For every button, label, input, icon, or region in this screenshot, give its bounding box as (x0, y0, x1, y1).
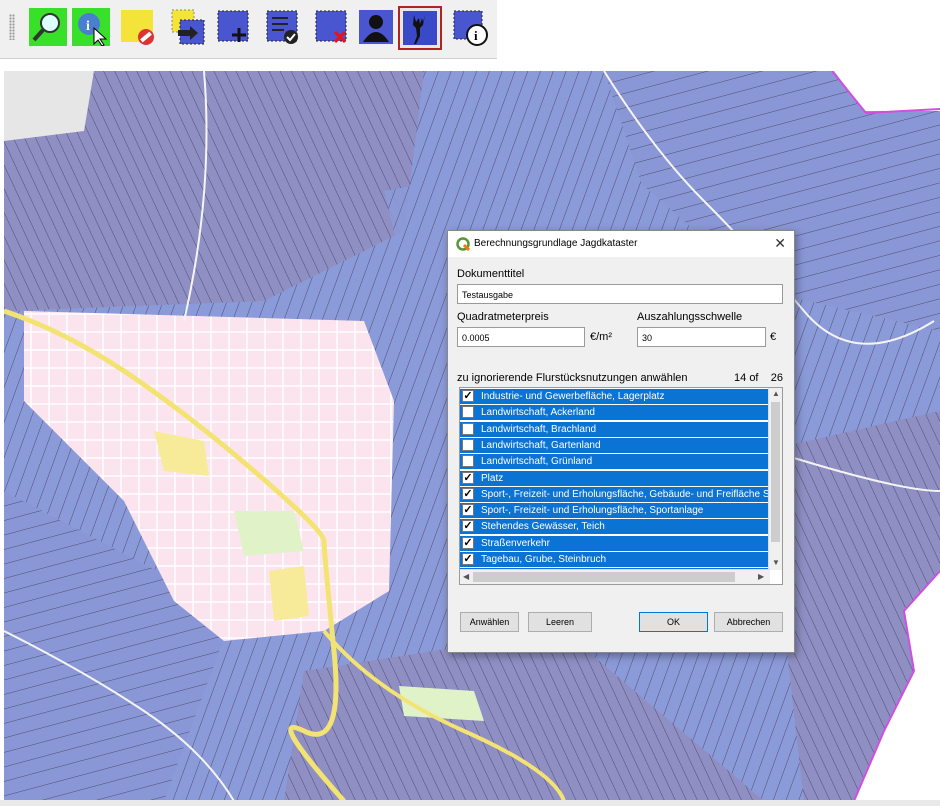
count-total: 26 (770, 372, 783, 384)
item-checkbox[interactable]: ✓ (462, 390, 474, 402)
list-item[interactable]: ✓ Industrie- und Gewerbefläche, Lagerplat… (460, 389, 770, 404)
jagdkataster-dialog: Berechnungsgrundlage Jagdkataster ✕ Doku… (447, 230, 795, 653)
list-item-label: Landwirtschaft, Grünland (481, 456, 593, 468)
price-input[interactable]: 0.0005 (457, 327, 585, 347)
item-checkbox[interactable]: ✓ (462, 471, 474, 484)
list-item-label: Tagebau, Grube, Steinbruch (481, 554, 607, 565)
list-item[interactable]: ✓ Stehendes Gewässer, Teich (460, 519, 770, 535)
deselect-icon[interactable] (117, 6, 159, 48)
ok-button[interactable]: OK (639, 612, 708, 632)
scroll-up-icon[interactable]: ▲ (772, 389, 780, 398)
dialog-title: Berechnungsgrundlage Jagdkataster (474, 238, 638, 249)
hunting-deer-icon[interactable] (398, 6, 442, 50)
zoom-magnifier-icon[interactable] (27, 6, 69, 48)
list-item[interactable]: Landwirtschaft, Grünland (460, 454, 770, 470)
threshold-input[interactable]: 30 (637, 327, 766, 347)
list-item[interactable]: Landwirtschaft, Gartenland (460, 437, 770, 453)
list-item[interactable]: Landwirtschaft, Ackerland (460, 405, 770, 421)
qgis-logo-icon (456, 237, 470, 251)
item-checkbox[interactable]: ✓ (462, 553, 474, 565)
toolbar-grip[interactable] (9, 14, 15, 40)
ignore-list-label: zu ignorierende Flurstücksnutzungen anwä… (457, 372, 688, 384)
list-item[interactable]: ✓ Sport-, Freizeit- und Erholungsfläche, … (460, 503, 770, 519)
list-item-label: Sport-, Freizeit- und Erholungsfläche, S… (481, 505, 704, 517)
hscroll-thumb[interactable] (473, 572, 735, 582)
list-item-label: Landwirtschaft, Brachland (481, 423, 597, 435)
price-unit: €/m² (590, 331, 612, 343)
threshold-label: Auszahlungsschwelle (637, 311, 743, 323)
count-selected: 14 (734, 372, 747, 384)
selection-count: 14 of 26 (734, 372, 783, 384)
scroll-thumb[interactable] (771, 402, 780, 542)
status-bar (0, 800, 940, 806)
list-item-label: Platz (481, 472, 504, 484)
threshold-unit: € (770, 331, 777, 343)
list-item-label: Sport-, Freizeit- und Erholungsfläche, G… (481, 488, 770, 500)
add-selection-icon[interactable] (213, 6, 255, 48)
item-checkbox[interactable] (462, 438, 474, 451)
list-vertical-scrollbar[interactable]: ▲ ▼ (768, 388, 782, 570)
list-item-label: Landwirtschaft, Ackerland (481, 407, 595, 419)
list-item[interactable]: ✓ Sport-, Freizeit- und Erholungsfläche, … (460, 486, 770, 502)
cancel-button[interactable]: Abbrechen (714, 612, 783, 632)
close-icon[interactable]: ✕ (774, 235, 786, 252)
owner-person-icon[interactable] (355, 6, 397, 48)
select-all-button[interactable]: Anwählen (460, 612, 519, 632)
list-item[interactable]: Landwirtschaft, Brachland (460, 421, 770, 437)
list-item[interactable]: ✓ Straßenverkehr (460, 535, 770, 551)
selection-info-icon[interactable]: i (449, 6, 491, 48)
identify-info-icon[interactable]: i (70, 6, 112, 48)
list-item[interactable]: ✓ Platz (460, 470, 770, 486)
scroll-right-icon[interactable]: ▶ (758, 572, 764, 581)
count-of: of (749, 372, 759, 384)
item-checkbox[interactable] (462, 422, 474, 435)
list-item-label: Stehendes Gewässer, Teich (481, 521, 605, 533)
list-item[interactable]: ✓ Tagebau, Grube, Steinbruch (460, 552, 770, 567)
scroll-down-icon[interactable]: ▼ (772, 558, 780, 567)
item-checkbox[interactable]: ✓ (462, 504, 474, 517)
clear-button[interactable]: Leeren (528, 612, 592, 632)
land-use-list[interactable]: ✓ Industrie- und Gewerbefläche, Lagerplat… (459, 387, 783, 585)
item-checkbox[interactable] (462, 406, 474, 419)
svg-text:i: i (474, 28, 478, 43)
item-checkbox[interactable] (462, 455, 474, 468)
svg-text:i: i (86, 19, 90, 34)
item-checkbox[interactable]: ✓ (462, 536, 474, 549)
selection-checklist-icon[interactable] (262, 6, 304, 48)
list-item-label: Landwirtschaft, Gartenland (481, 439, 601, 451)
move-selection-icon[interactable] (166, 6, 208, 48)
list-item-label: Straßenverkehr (481, 537, 550, 549)
price-label: Quadratmeterpreis (457, 311, 549, 323)
item-checkbox[interactable]: ✓ (462, 487, 474, 500)
list-horizontal-scrollbar[interactable]: ◀ ▶ (460, 569, 770, 584)
doc-title-input[interactable]: Testausgabe (457, 284, 783, 304)
dialog-titlebar: Berechnungsgrundlage Jagdkataster ✕ (448, 231, 794, 257)
item-checkbox[interactable]: ✓ (462, 520, 474, 533)
list-item-label: Industrie- und Gewerbefläche, Lagerplatz (481, 391, 665, 402)
scroll-left-icon[interactable]: ◀ (463, 572, 469, 581)
doc-title-label: Dokumenttitel (457, 268, 525, 280)
map-toolbar: i i (0, 0, 497, 59)
remove-selection-icon[interactable] (311, 6, 353, 48)
